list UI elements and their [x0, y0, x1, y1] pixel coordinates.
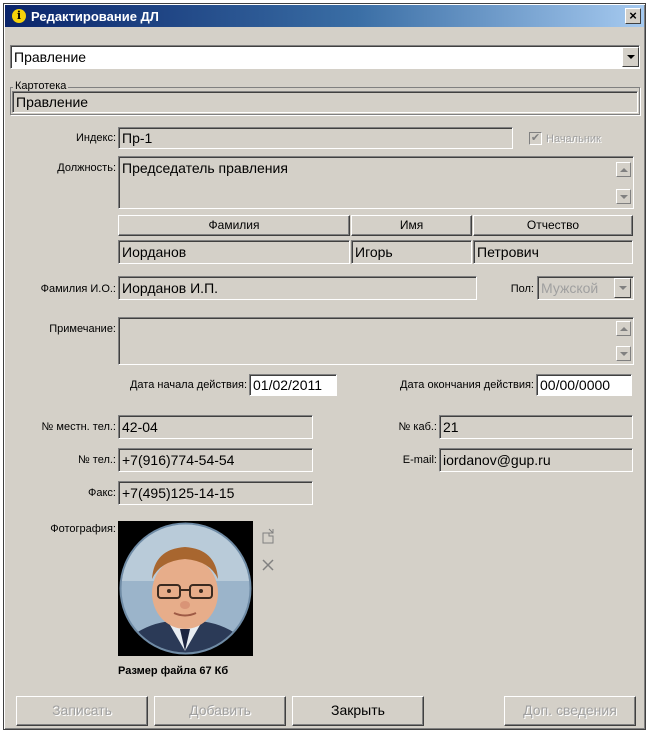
title-bar[interactable]: i Редактирование ДЛ ×: [5, 5, 644, 27]
short-name-field[interactable]: Иорданов И.П.: [118, 276, 477, 300]
position-scroll-up-button[interactable]: [616, 162, 631, 177]
gender-label: Пол:: [510, 283, 534, 295]
department-select[interactable]: Правление: [10, 45, 640, 69]
index-field[interactable]: Пр-1: [118, 127, 513, 149]
local-phone-field[interactable]: 42-04: [118, 415, 313, 439]
window-title: Редактирование ДЛ: [31, 9, 159, 24]
position-textarea[interactable]: Председатель правления: [118, 156, 634, 209]
fax-field[interactable]: +7(495)125-14-15: [118, 481, 313, 505]
middle-name-field[interactable]: Петрович: [473, 240, 633, 264]
chief-label: Начальник: [546, 133, 601, 145]
edit-dialog-window: i Редактирование ДЛ × Правление Картотек…: [3, 3, 646, 730]
position-scroll-down-button[interactable]: [616, 189, 631, 204]
email-label: E-mail:: [402, 454, 437, 466]
portrait-image: [118, 521, 253, 656]
save-button[interactable]: Записать: [16, 696, 148, 726]
kartoteka-field: Правление: [12, 91, 638, 113]
open-file-icon[interactable]: [259, 527, 277, 545]
scroll-up-icon: [619, 167, 628, 172]
delete-icon[interactable]: [260, 557, 276, 573]
last-name-header-button[interactable]: Фамилия: [118, 215, 350, 236]
close-button[interactable]: Закрыть: [292, 696, 424, 726]
delete-icon-graphic: [262, 559, 274, 571]
first-name-field[interactable]: Игорь: [351, 240, 472, 264]
last-name-field[interactable]: Иорданов: [118, 240, 350, 264]
scroll-up-icon: [619, 326, 628, 331]
phone-label: № тел.:: [77, 454, 116, 466]
chief-checkbox[interactable]: ✔: [529, 132, 542, 145]
scroll-down-icon: [619, 194, 628, 199]
local-phone-label: № местн. тел.:: [41, 421, 116, 433]
photo-image[interactable]: [118, 521, 253, 656]
date-start-field[interactable]: 01/02/2011: [249, 374, 337, 396]
short-name-label: Фамилия И.О.:: [40, 283, 116, 295]
position-label: Должность:: [57, 162, 116, 174]
phone-field[interactable]: +7(916)774-54-54: [118, 448, 313, 472]
add-button[interactable]: Добавить: [154, 696, 286, 726]
gender-select-value: Мужской: [541, 280, 599, 296]
department-select-value: Правление: [14, 49, 87, 65]
scroll-down-icon: [619, 351, 628, 356]
extra-info-button[interactable]: Доп. сведения: [504, 696, 636, 726]
open-file-icon-graphic: [262, 528, 274, 544]
first-name-header-button[interactable]: Имя: [351, 215, 472, 236]
photo-label: Фотография:: [50, 523, 116, 535]
position-value: Председатель правления: [122, 160, 288, 176]
department-select-dropdown-button[interactable]: [622, 47, 639, 67]
room-label: № каб.:: [398, 421, 437, 433]
room-field[interactable]: 21: [439, 415, 633, 439]
note-scroll-down-button[interactable]: [616, 346, 631, 361]
note-textarea[interactable]: [118, 317, 634, 365]
fax-label: Факс:: [88, 487, 116, 499]
note-label: Примечание:: [49, 323, 116, 335]
email-field[interactable]: iordanov@gup.ru: [439, 448, 633, 472]
chevron-down-icon: [626, 55, 635, 59]
close-window-button[interactable]: ×: [625, 8, 641, 24]
middle-name-header-button[interactable]: Отчество: [473, 215, 633, 236]
index-label: Индекс:: [75, 132, 116, 144]
date-end-field[interactable]: 00/00/0000: [536, 374, 632, 396]
photo-size-text: Размер файла 67 Кб: [118, 665, 229, 677]
date-end-label: Дата окончания действия:: [400, 379, 534, 391]
info-icon: i: [12, 9, 26, 23]
chevron-down-icon: [618, 286, 627, 290]
note-scroll-up-button[interactable]: [616, 321, 631, 336]
date-start-label: Дата начала действия:: [129, 379, 247, 391]
gender-dropdown-button[interactable]: [614, 278, 631, 298]
